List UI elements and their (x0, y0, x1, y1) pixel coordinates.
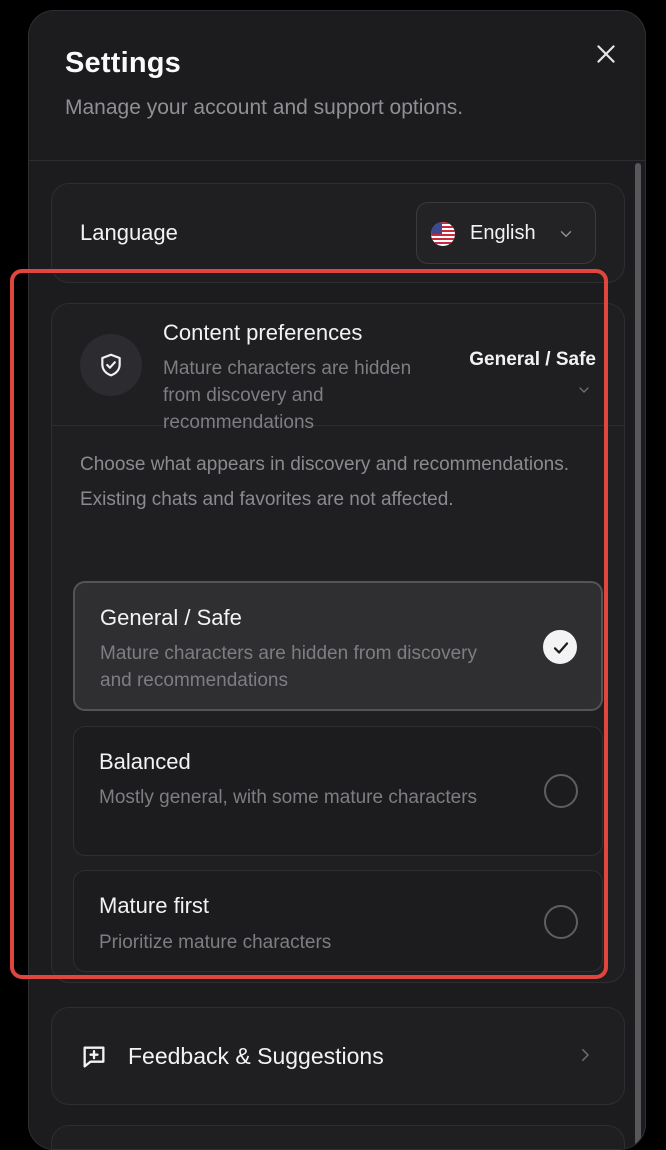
language-label: Language (80, 220, 178, 245)
highlight-box (10, 269, 608, 979)
scrollbar[interactable] (635, 163, 641, 1149)
language-select[interactable]: English (416, 202, 596, 264)
next-settings-card[interactable] (51, 1125, 625, 1149)
modal-title: Settings (65, 47, 181, 79)
scrollbar-thumb[interactable] (635, 163, 641, 1149)
language-value: English (470, 222, 536, 244)
close-icon (597, 45, 615, 63)
us-flag-icon (431, 222, 455, 246)
feedback-suggestions-row[interactable]: Feedback & Suggestions (51, 1007, 625, 1105)
chevron-down-icon (560, 231, 572, 237)
chevron-right-icon (582, 1049, 589, 1061)
message-plus-icon (83, 1046, 105, 1068)
feedback-label: Feedback & Suggestions (128, 1043, 384, 1069)
modal-header: Settings Manage your account and support… (29, 11, 645, 161)
close-button[interactable] (593, 41, 619, 67)
language-card: Language English (51, 183, 625, 283)
modal-subtitle: Manage your account and support options. (65, 96, 464, 119)
